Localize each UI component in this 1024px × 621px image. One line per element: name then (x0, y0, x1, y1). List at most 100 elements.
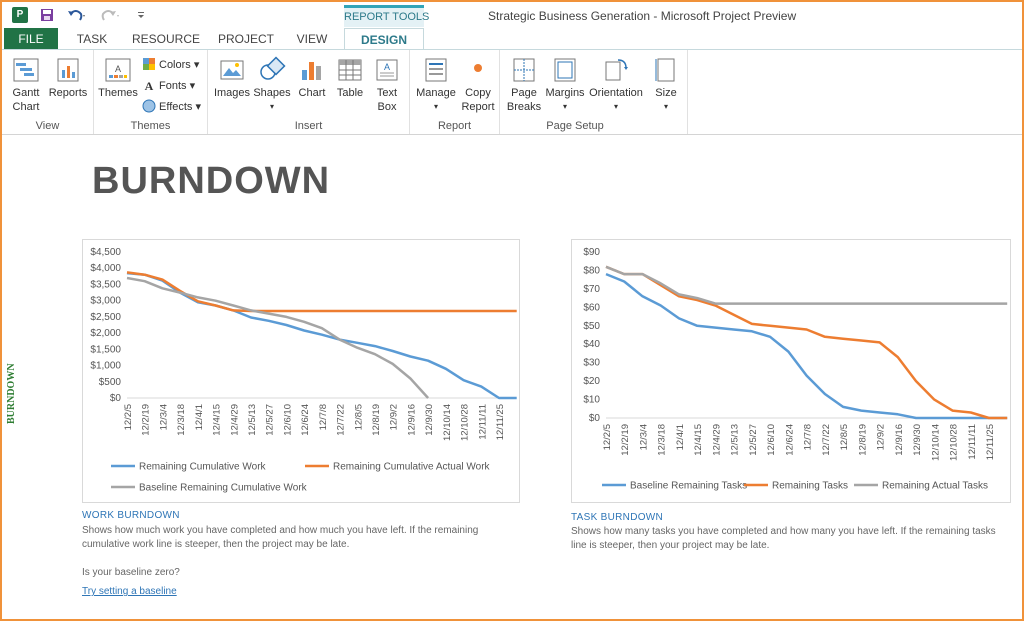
tab-view[interactable]: VIEW (292, 28, 332, 50)
themes-label: Themes (98, 87, 138, 99)
save-icon[interactable] (40, 6, 54, 24)
chart-button[interactable]: Chart (292, 56, 332, 100)
report-title[interactable]: BURNDOWN (92, 160, 330, 203)
work-burndown-chart[interactable]: $0 $500 $1,000 $1,500 $2,000 $2,500 $3,000 $3,5… (82, 239, 520, 503)
x-tick-label: 12/10/28 (460, 404, 471, 441)
copy-report-button[interactable]: Copy Report (458, 56, 498, 114)
task-burndown-description: Shows how many tasks you have completed … (571, 526, 996, 551)
tab-project[interactable]: PROJECT (216, 28, 276, 50)
tab-file[interactable]: FILE (4, 28, 58, 50)
x-tick-label: 12/5/27 (265, 404, 276, 436)
table-icon (338, 59, 362, 81)
orientation-button[interactable]: Orientation ▾ (586, 56, 646, 114)
margins-button[interactable]: Margins ▾ (544, 56, 586, 114)
x-tick-label: 12/2/19 (620, 424, 631, 456)
x-tick-label: 12/8/5 (839, 424, 850, 450)
project-app-icon[interactable]: P (12, 7, 28, 23)
legend-label: Remaining Actual Tasks (882, 481, 988, 492)
x-tick-label: 12/10/14 (442, 404, 453, 441)
tab-design[interactable]: DESIGN (344, 28, 424, 51)
x-tick-label: 12/3/18 (657, 424, 668, 456)
group-label-view: View (35, 120, 60, 132)
legend-label: Baseline Remaining Tasks (630, 481, 747, 492)
table-button[interactable]: Table (330, 56, 370, 100)
x-tick-label: 12/7/8 (803, 424, 814, 450)
x-tick-label: 12/11/25 (985, 424, 996, 460)
undo-icon[interactable] (66, 6, 86, 24)
x-tick-label: 12/9/16 (894, 424, 905, 456)
size-label: Size (655, 87, 677, 99)
series-line (605, 265, 1008, 420)
images-label: Images (213, 87, 251, 99)
text-box-button[interactable]: A Text Box (368, 56, 406, 114)
text-box-icon: A (376, 59, 398, 81)
page-breaks-icon (513, 58, 535, 82)
ribbon-group-view: Gantt Chart Reports View (2, 50, 94, 134)
x-tick-label: 12/7/22 (336, 404, 347, 436)
tab-resource[interactable]: RESOURCE (132, 28, 200, 50)
x-tick-label: 12/6/24 (784, 424, 795, 456)
try-setting-baseline-link[interactable]: Try setting a baseline (82, 586, 177, 597)
images-icon (220, 60, 244, 80)
orientation-label: Orientation (589, 87, 643, 99)
fonts-label: Fonts (159, 80, 187, 92)
gantt-chart-label: Gantt Chart (12, 87, 40, 113)
ribbon-group-report: Manage ▾ Copy Report Report (410, 50, 500, 134)
series-line (126, 271, 517, 400)
y-tick-label: $40 (583, 339, 600, 350)
x-tick-label: 12/9/16 (406, 404, 417, 436)
y-tick-label: $0 (589, 413, 601, 424)
report-tools-context-header: REPORT TOOLS (344, 5, 429, 27)
legend-label: Baseline Remaining Cumulative Work (139, 483, 308, 494)
colors-button[interactable]: Colors ▾ (142, 56, 199, 74)
page-breaks-button[interactable]: Page Breaks (504, 56, 544, 114)
shapes-icon (260, 56, 286, 80)
group-label-report: Report (437, 120, 472, 132)
margins-label: Margins (545, 87, 585, 99)
y-tick-label: $1,500 (90, 344, 121, 355)
shapes-button[interactable]: Shapes ▾ (252, 56, 292, 114)
x-tick-label: 12/4/29 (229, 404, 240, 436)
x-tick-label: 12/11/11 (477, 404, 488, 440)
y-tick-label: $50 (583, 321, 600, 332)
colors-label: Colors (159, 59, 191, 71)
themes-button[interactable]: A Themes (98, 56, 138, 100)
x-tick-label: 12/9/2 (389, 404, 400, 430)
manage-button[interactable]: Manage ▾ (414, 56, 458, 114)
table-label: Table (336, 87, 364, 99)
colors-icon (143, 58, 155, 70)
chart-label: Chart (298, 87, 326, 99)
y-tick-label: $0 (110, 393, 122, 404)
ribbon-tabs: FILE TASK RESOURCE PROJECT VIEW DESIGN (2, 28, 1022, 51)
redo-icon[interactable] (100, 6, 120, 24)
customize-icon[interactable] (136, 6, 146, 24)
legend-label: Remaining Cumulative Work (139, 462, 267, 473)
manage-icon (425, 58, 447, 82)
copy-report-icon (474, 64, 482, 72)
x-tick-label: 12/3/18 (176, 404, 187, 436)
gantt-chart-button[interactable]: Gantt Chart (6, 56, 46, 114)
y-tick-label: $500 (99, 377, 122, 388)
group-label-page-setup: Page Setup (546, 120, 604, 132)
task-burndown-chart[interactable]: $0 $10 $20 $30 $40 $50 $60 $70 $80 $90 12/2/5 12/2/… (571, 239, 1011, 503)
x-tick-label: 12/2/5 (602, 424, 613, 450)
effects-icon (142, 99, 156, 113)
size-button[interactable]: Size ▾ (648, 56, 684, 114)
x-tick-label: 12/7/22 (821, 424, 832, 456)
x-tick-label: 12/2/19 (141, 404, 152, 436)
y-tick-label: $80 (583, 265, 600, 276)
x-tick-label: 12/5/13 (730, 424, 741, 456)
svg-text:A: A (145, 79, 154, 92)
fonts-button[interactable]: A Fonts ▾ (142, 77, 195, 95)
ribbon-group-insert: Images Shapes ▾ Chart Table A Text Box I… (208, 50, 410, 134)
x-tick-label: 12/10/14 (930, 424, 941, 461)
tab-task[interactable]: TASK (72, 28, 112, 50)
x-tick-label: 12/9/2 (876, 424, 887, 450)
images-button[interactable]: Images (212, 56, 252, 100)
x-tick-label: 12/8/5 (353, 404, 364, 430)
effects-button[interactable]: Effects ▾ (142, 98, 201, 116)
work-burndown-chart-svg: $0 $500 $1,000 $1,500 $2,000 $2,500 $3,000 $3,5… (90, 247, 517, 494)
group-label-themes: Themes (130, 120, 171, 132)
reports-button[interactable]: Reports (46, 56, 90, 100)
effects-label: Effects (159, 101, 193, 113)
